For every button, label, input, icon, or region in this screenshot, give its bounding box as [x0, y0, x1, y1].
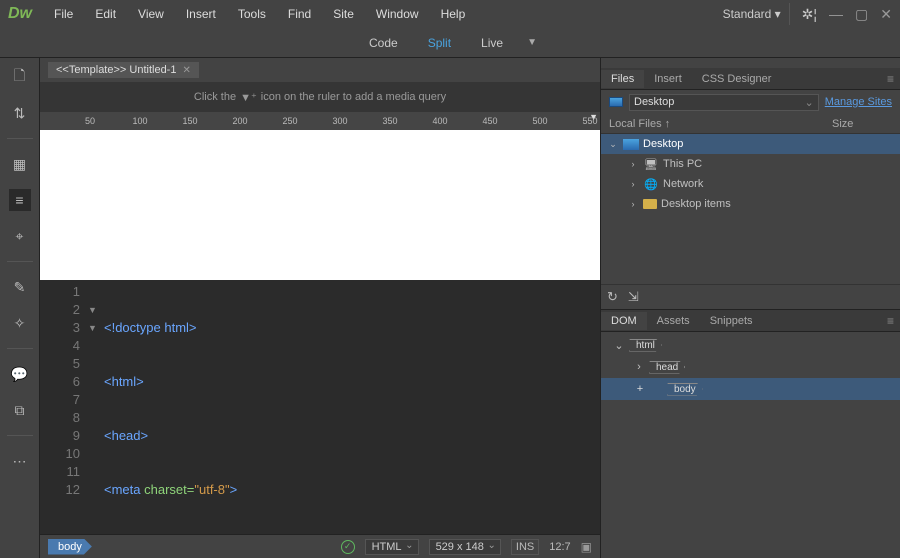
minimize-icon[interactable]: —	[829, 6, 843, 23]
tree-row[interactable]: ⌄Desktop	[601, 134, 900, 154]
main-menu: FileEditViewInsertToolsFindSiteWindowHel…	[44, 3, 475, 25]
arrange-icon[interactable]: ⇅	[9, 102, 31, 124]
insert-mode[interactable]: INS	[511, 539, 539, 555]
manage-sites-link[interactable]: Manage Sites	[825, 96, 892, 108]
menu-window[interactable]: Window	[366, 3, 429, 25]
files-tree[interactable]: ⌄Desktop›This PC›Network›Desktop items	[601, 134, 900, 214]
menu-tools[interactable]: Tools	[228, 3, 276, 25]
app-logo: Dw	[8, 5, 32, 23]
status-bar: body ✓ HTML 529 x 148 INS 12:7 ▣	[40, 534, 600, 558]
validation-ok-icon[interactable]: ✓	[341, 540, 355, 554]
dom-row[interactable]: › head	[601, 356, 900, 378]
menu-insert[interactable]: Insert	[176, 3, 226, 25]
tree-row[interactable]: ›Network	[601, 174, 900, 194]
effects-icon[interactable]: ✧	[9, 312, 31, 334]
disk-icon	[609, 97, 623, 107]
comment-icon[interactable]: 💬	[9, 363, 31, 385]
document-tab-label: <<Template>> Untitled-1	[56, 64, 176, 76]
tag-crumb[interactable]: body	[48, 539, 92, 555]
expand-icon[interactable]: ⌄	[607, 139, 619, 150]
document-tab[interactable]: <<Template>> Untitled-1 ✕	[48, 62, 199, 78]
code-lines[interactable]: <!doctype html> <html> <head> <meta char…	[104, 280, 600, 534]
menu-view[interactable]: View	[128, 3, 174, 25]
code-editor[interactable]: 123456789101112 ▼▼ <!doctype html> <html…	[40, 280, 600, 534]
menu-site[interactable]: Site	[323, 3, 364, 25]
target-icon[interactable]: ⌖	[9, 225, 31, 247]
cursor-position: 12:7	[549, 541, 570, 553]
menu-find[interactable]: Find	[278, 3, 321, 25]
wand-icon[interactable]: ✎	[9, 276, 31, 298]
panel-tab-files[interactable]: Files	[601, 70, 644, 88]
file-icon[interactable]: 🗋	[9, 66, 31, 88]
expand-icon[interactable]: ⌄	[613, 339, 625, 352]
refresh-icon[interactable]: ↻	[607, 289, 618, 305]
maximize-icon[interactable]: ▢	[855, 6, 868, 23]
overflow-icon[interactable]: ▣	[581, 540, 592, 554]
add-media-query-icon[interactable]: ▼⁺	[240, 91, 257, 104]
expand-icon[interactable]: ›	[627, 199, 639, 209]
dom-tag[interactable]: head	[649, 361, 685, 374]
dom-tag[interactable]: body	[667, 383, 703, 396]
live-canvas[interactable]	[40, 130, 600, 280]
pc-icon	[643, 157, 659, 171]
app-topbar: Dw FileEditViewInsertToolsFindSiteWindow…	[0, 0, 900, 28]
right-panels: FilesInsertCSS Designer ≡ Desktop ⌄ Manag…	[600, 58, 900, 558]
dom-row[interactable]: + body	[601, 378, 900, 400]
menu-help[interactable]: Help	[431, 3, 476, 25]
ruler[interactable]: ▼ 50100150200250300350400450500550	[40, 112, 600, 130]
panel-menu-icon[interactable]: ≡	[881, 72, 900, 86]
more-icon[interactable]: ⋯	[9, 450, 31, 472]
dimensions-select[interactable]: 529 x 148	[429, 539, 501, 555]
desktop-icon	[623, 139, 639, 150]
expand-icon[interactable]: ›	[633, 361, 645, 373]
view-code[interactable]: Code	[363, 33, 404, 53]
panel-tab-snippets[interactable]: Snippets	[700, 312, 763, 330]
panel-toolbar: ↻ ⇲	[601, 284, 900, 310]
tree-row[interactable]: ›This PC	[601, 154, 900, 174]
media-query-hint: Click the ▼⁺ icon on the ruler to add a …	[40, 82, 600, 112]
view-mode-bar: Code Split Live ▼	[0, 28, 900, 58]
panel-tabs-top: FilesInsertCSS Designer ≡	[601, 68, 900, 90]
close-icon[interactable]: ✕	[880, 6, 892, 23]
collapse-icon[interactable]: ⇲	[628, 289, 639, 305]
panel-menu-icon[interactable]: ≡	[881, 314, 900, 328]
add-element-icon[interactable]: +	[633, 383, 647, 395]
dom-row[interactable]: ⌄ html	[601, 334, 900, 356]
chevron-down-icon[interactable]: ▼	[527, 37, 537, 48]
close-tab-icon[interactable]: ✕	[182, 65, 190, 76]
language-select[interactable]: HTML	[365, 539, 419, 555]
list-icon[interactable]: ≡	[9, 189, 31, 211]
site-selector[interactable]: Desktop ⌄	[629, 94, 819, 111]
document-tabs: <<Template>> Untitled-1 ✕	[40, 58, 600, 82]
view-live[interactable]: Live	[475, 33, 509, 53]
panel-tab-assets[interactable]: Assets	[647, 312, 700, 330]
snippet-icon[interactable]: ⧉	[9, 399, 31, 421]
tree-row[interactable]: ›Desktop items	[601, 194, 900, 214]
menu-file[interactable]: File	[44, 3, 83, 25]
menu-edit[interactable]: Edit	[85, 3, 126, 25]
expand-icon[interactable]: ›	[627, 159, 639, 169]
dom-tree[interactable]: ⌄ html › head+ body	[601, 332, 900, 400]
panel-tab-insert[interactable]: Insert	[644, 70, 692, 88]
sync-settings-icon[interactable]: ✲¦	[802, 6, 817, 23]
panel-tab-dom[interactable]: DOM	[601, 312, 647, 330]
net-icon	[643, 177, 659, 191]
workspace-switcher[interactable]: Standard ▾	[715, 3, 790, 25]
files-columns[interactable]: Local Files ↑ Size	[601, 114, 900, 134]
expand-icon[interactable]: ›	[627, 179, 639, 189]
fold-gutter[interactable]: ▼▼	[88, 280, 104, 534]
panel-tab-css-designer[interactable]: CSS Designer	[692, 70, 782, 88]
panel-tabs-bottom: DOMAssetsSnippets ≡	[601, 310, 900, 332]
folder-icon	[643, 199, 657, 209]
line-gutter: 123456789101112	[40, 280, 88, 534]
view-split[interactable]: Split	[422, 33, 457, 53]
grid-icon[interactable]: ▦	[9, 153, 31, 175]
left-toolbar: 🗋 ⇅ ▦ ≡ ⌖ ✎ ✧ 💬 ⧉ ⋯	[0, 58, 40, 558]
dom-tag[interactable]: html	[629, 339, 662, 352]
